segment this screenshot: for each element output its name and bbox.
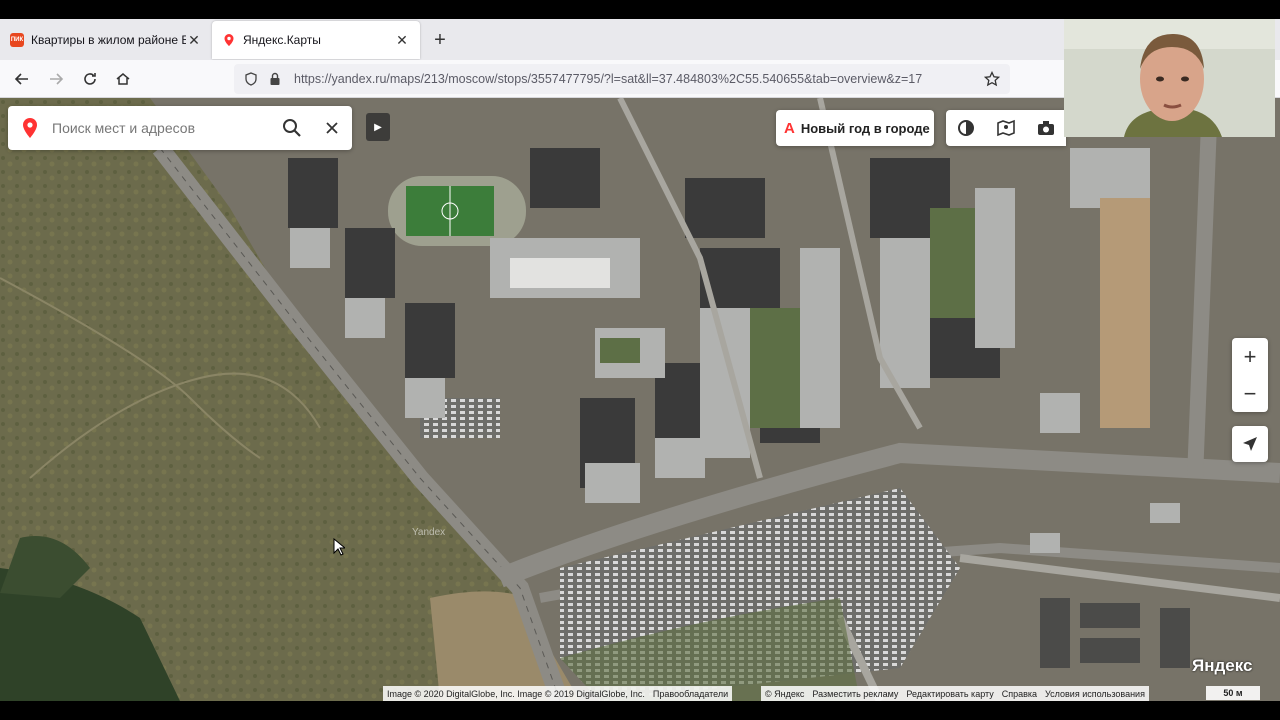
camera-icon[interactable]: [1032, 114, 1060, 142]
forward-icon[interactable]: [44, 67, 68, 91]
edit-map-link[interactable]: Редактировать карту: [906, 689, 993, 699]
layers-icon[interactable]: [952, 114, 980, 142]
tab-yandex-maps[interactable]: Яндекс.Карты ✕: [212, 21, 420, 59]
mouse-cursor-icon: [333, 537, 347, 561]
reload-icon[interactable]: [78, 67, 102, 91]
location-arrow-icon: [1243, 437, 1257, 451]
imagery-copyright: Image © 2020 DigitalGlobe, Inc. Image © …: [387, 688, 645, 699]
letterbox-bottom: [0, 701, 1280, 720]
close-tab-icon[interactable]: ✕: [394, 32, 410, 48]
satellite-imagery: [0, 98, 1280, 701]
imagery-watermark: Yandex: [412, 527, 446, 538]
yandex-copyright: © Яндекс: [765, 688, 805, 699]
satellite-map[interactable]: [0, 98, 1280, 701]
yandex-afisha-icon: A: [784, 119, 795, 137]
imagery-attribution: Image © 2020 DigitalGlobe, Inc. Image © …: [383, 686, 733, 701]
search-icon[interactable]: [272, 106, 312, 150]
geolocation-button[interactable]: [1232, 426, 1268, 462]
promo-label: Новый год в городе: [800, 120, 930, 136]
pik-icon: ПИК: [10, 33, 24, 47]
rights-holders-link[interactable]: Правообладатели: [653, 689, 728, 699]
advertise-link[interactable]: Разместить рекламу: [812, 689, 898, 699]
help-link[interactable]: Справка: [1002, 689, 1037, 699]
yandex-pin-icon: [8, 118, 52, 138]
map-search-box: Поиск мест и адресов: [8, 106, 352, 150]
tab-title: Квартиры в жилом районе Бу: [31, 33, 186, 47]
presenter-video: [1064, 19, 1275, 137]
url-text[interactable]: https://yandex.ru/maps/213/moscow/stops/…: [294, 72, 980, 86]
home-icon[interactable]: [111, 67, 135, 91]
clear-search-icon[interactable]: [312, 106, 352, 150]
yandex-maps-icon: [222, 33, 236, 47]
search-input[interactable]: Поиск мест и адресов: [52, 120, 272, 136]
zoom-control: + −: [1232, 338, 1268, 412]
scale-bar: 50 м: [1206, 686, 1260, 700]
lock-icon[interactable]: [266, 70, 284, 88]
new-tab-button[interactable]: +: [428, 28, 452, 52]
back-icon[interactable]: [10, 67, 34, 91]
address-bar[interactable]: https://yandex.ru/maps/213/moscow/stops/…: [234, 64, 1010, 94]
map-footer-links: © Яндекс Разместить рекламу Редактироват…: [761, 686, 1149, 701]
tab-title: Яндекс.Карты: [243, 33, 321, 47]
webcam-overlay: [1064, 19, 1275, 137]
letterbox-top: [0, 0, 1280, 19]
panorama-icon[interactable]: [992, 114, 1020, 142]
close-tab-icon[interactable]: ✕: [186, 32, 202, 48]
zoom-out-button[interactable]: −: [1232, 375, 1268, 412]
zoom-in-button[interactable]: +: [1232, 338, 1268, 375]
tab-pik[interactable]: ПИК Квартиры в жилом районе Бу ✕: [0, 21, 212, 59]
yandex-logo[interactable]: Яндекс: [1192, 656, 1252, 676]
screen-frame: ПИК Квартиры в жилом районе Бу ✕ Яндекс.…: [0, 0, 1280, 720]
terms-link[interactable]: Условия использования: [1045, 689, 1145, 699]
shield-icon[interactable]: [242, 70, 260, 88]
map-tools-panel: [946, 110, 1066, 146]
route-toggle-button[interactable]: ▶: [366, 113, 390, 141]
promo-button[interactable]: A Новый год в городе: [776, 110, 934, 146]
bookmark-star-icon[interactable]: [980, 67, 1004, 91]
